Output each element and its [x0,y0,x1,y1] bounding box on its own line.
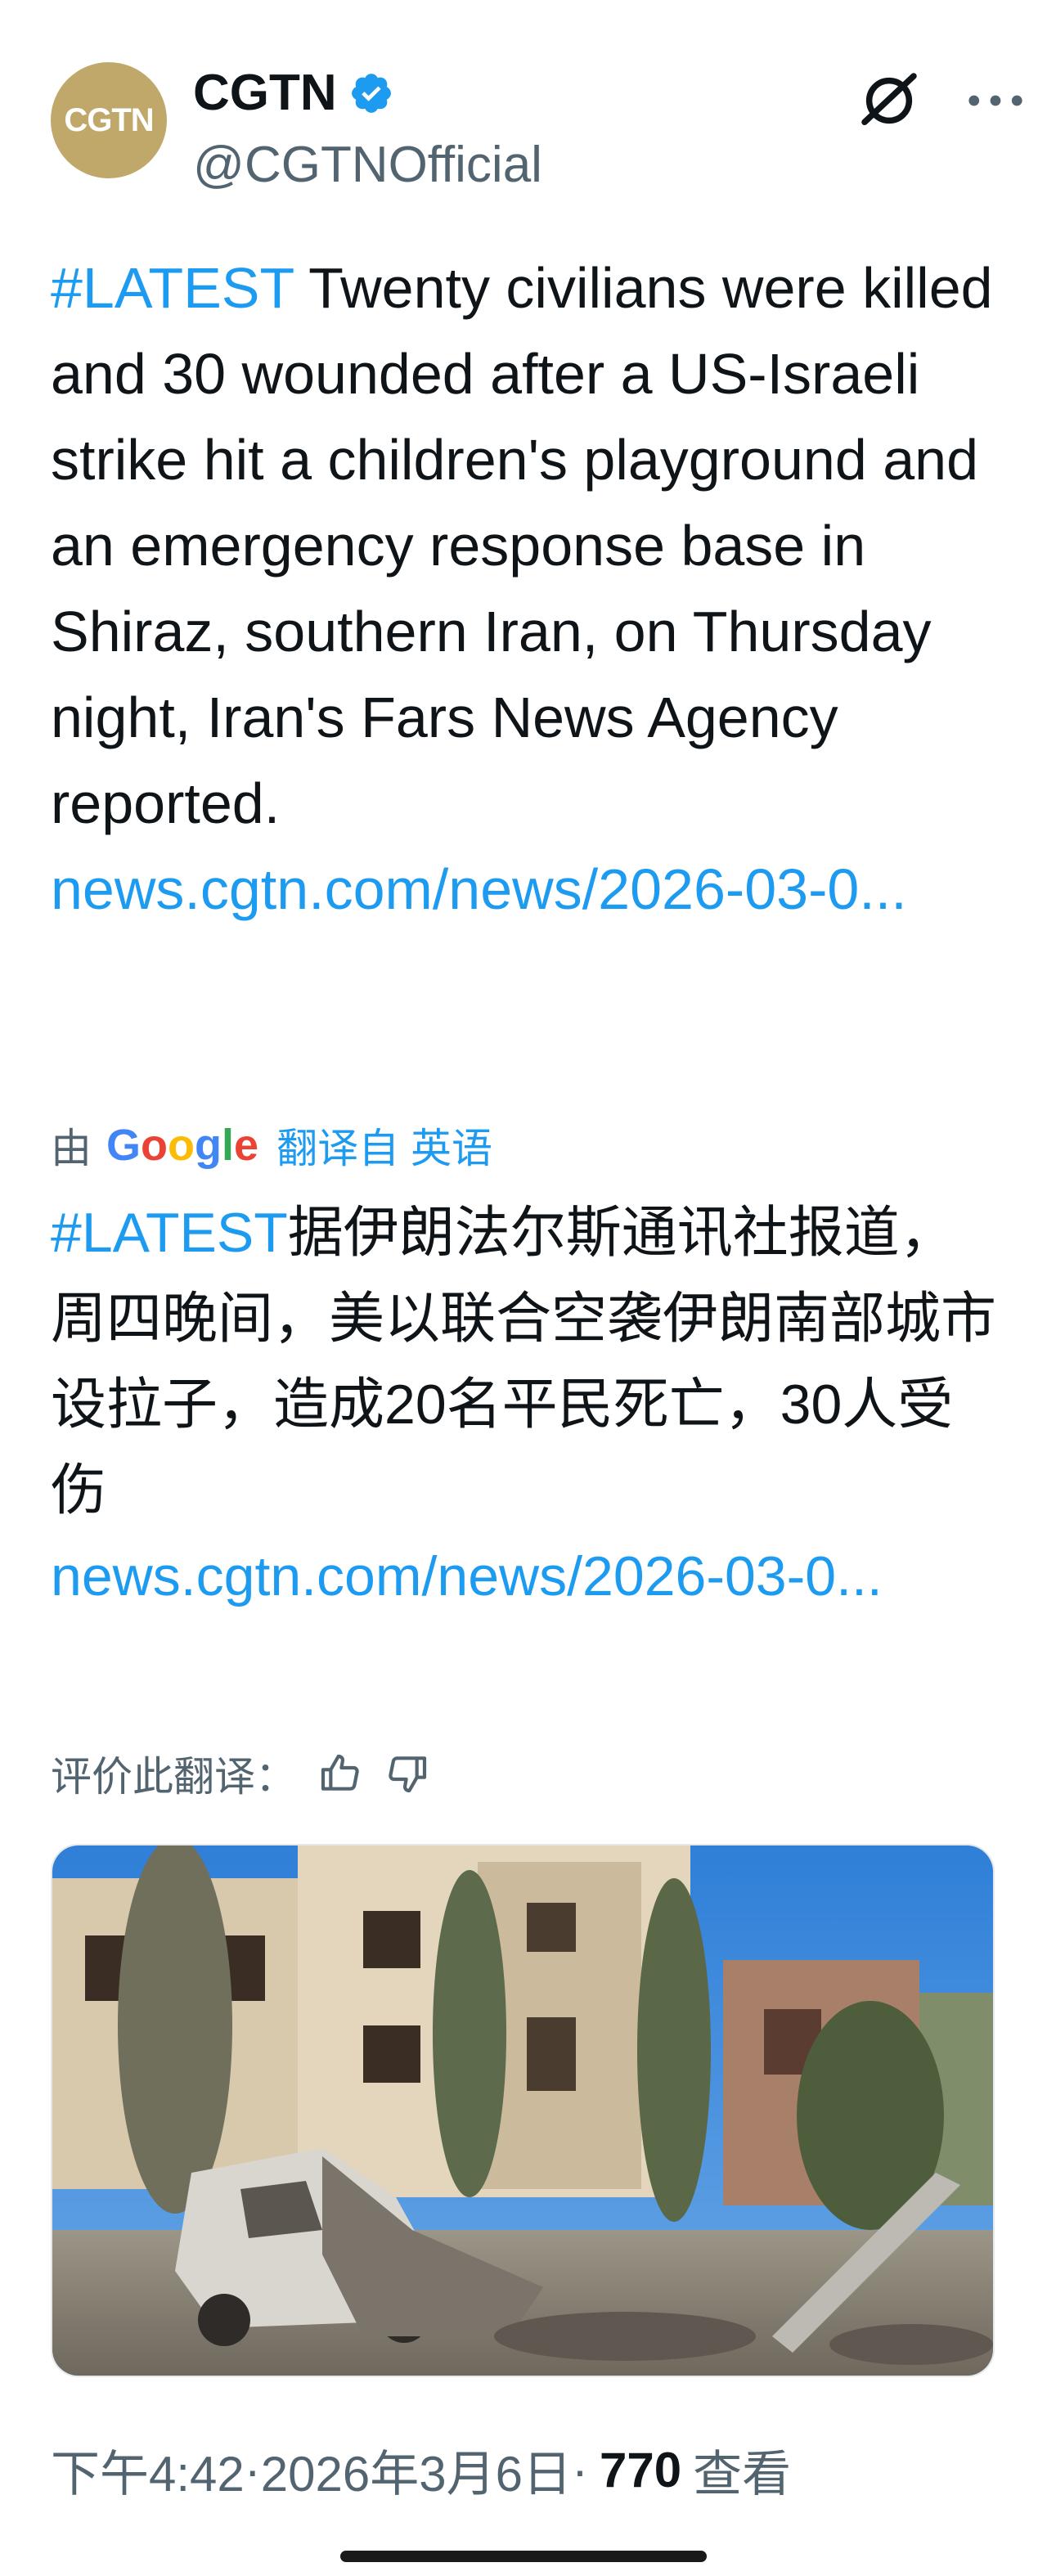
avatar-label: CGTN [64,101,154,138]
article-link[interactable]: news.cgtn.com/news/2026-03-0... [51,857,907,921]
tweet-text: #LATEST Twenty civilians were killed and… [51,245,1000,933]
tweet-meta: 下午4:42 · 2026年3月6日 · 770 查看 [51,2434,791,2506]
tweet-date[interactable]: 2026年3月6日 [261,2434,572,2506]
avatar[interactable]: CGTN [51,62,167,178]
tweet-time[interactable]: 下午4:42 [51,2434,245,2506]
strike-damage-photo [52,1845,993,2376]
verified-badge-icon [351,73,391,113]
thumbs-down-icon[interactable] [384,1751,430,1796]
translated-hashtag-link[interactable]: #LATEST [51,1202,288,1264]
tweet-body: Twenty civilians were killed and 30 woun… [51,256,993,835]
translated-text: #LATEST据伊朗法尔斯通讯社报道，周四晚间，美以联合空袭伊朗南部城市设拉子，… [51,1190,1000,1620]
meta-separator-2: · [571,2443,588,2497]
thumbs-up-icon[interactable] [317,1751,363,1796]
rate-translation-label: 评价此翻译： [51,1754,296,1800]
home-indicator[interactable] [340,2551,707,2562]
tweet-photo[interactable] [51,1844,995,2377]
google-logo-icon: Google [106,1121,259,1170]
user-handle[interactable]: @CGTNOfficial [193,136,542,194]
hashtag-link[interactable]: #LATEST [51,256,294,320]
translation-source-link[interactable]: 翻译自 英语 [276,1116,492,1175]
display-name[interactable]: CGTN [193,64,337,122]
translation-attribution: 由 Google 翻译自 英语 [51,1113,492,1178]
view-count-label: 查看 [693,2447,792,2502]
rate-translation-row: 评价此翻译： [51,1741,430,1806]
name-row: CGTN [193,64,394,122]
translated-article-link[interactable]: news.cgtn.com/news/2026-03-0... [51,1545,883,1607]
grok-icon[interactable] [852,64,926,137]
more-icon[interactable] [959,64,1032,137]
translation-prefix: 由 [51,1126,92,1171]
meta-separator: · [244,2443,261,2497]
view-count[interactable]: 770 [600,2442,681,2498]
tweet-header: CGTN CGTN @CGTNOfficial [51,57,1022,205]
